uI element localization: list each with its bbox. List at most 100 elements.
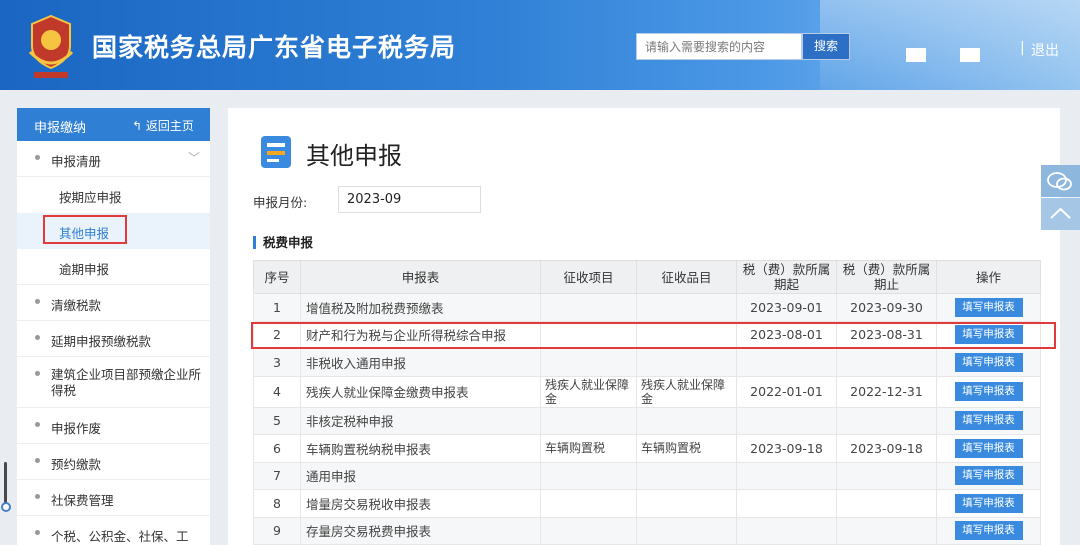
sidebar-item-scheduled-payment[interactable]: 预约缴款 xyxy=(17,444,210,480)
levy-item: 残疾人就业保障金 xyxy=(540,375,637,408)
fill-form-button[interactable]: 填写申报表 xyxy=(954,411,1023,431)
fill-form-button[interactable]: 填写申报表 xyxy=(954,352,1023,372)
search-box[interactable] xyxy=(636,33,802,60)
fill-form-button[interactable]: 填写申报表 xyxy=(954,382,1023,401)
search-input[interactable] xyxy=(637,34,801,59)
fill-form-button[interactable]: 填写申报表 xyxy=(954,466,1023,486)
form-name: 财产和行为税与企业所得税综合申报 xyxy=(300,320,541,349)
column-header: 征收项目 xyxy=(540,260,637,294)
period-start: 2023-09-18 xyxy=(736,434,837,463)
sidebar-item-pay-tax[interactable]: 清缴税款 xyxy=(17,285,210,321)
period-end xyxy=(836,516,937,545)
tax-emblem-logo xyxy=(28,14,74,78)
action-cell: 填写申报表 xyxy=(936,406,1041,435)
search-button[interactable]: 搜索 xyxy=(802,33,850,60)
sidebar-subitem-overdue[interactable]: 逾期申报 xyxy=(17,249,210,285)
row-number: 8 xyxy=(253,489,301,518)
fill-form-button[interactable]: 填写申报表 xyxy=(954,438,1023,458)
sidebar-item-label: 个税、公积金、社保、工 xyxy=(51,529,189,544)
month-label: 申报月份: xyxy=(253,195,308,210)
levy-item xyxy=(540,320,637,349)
column-header: 序号 xyxy=(253,260,301,294)
column-header: 操作 xyxy=(936,260,1041,294)
header-bar: 国家税务总局广东省电子税务局 搜索 | 退出 xyxy=(0,0,1080,90)
levy-subitem xyxy=(636,406,737,435)
period-start xyxy=(736,348,837,377)
fill-form-button[interactable]: 填写申报表 xyxy=(954,493,1023,513)
sidebar-item-void-declaration[interactable]: 申报作废 xyxy=(17,408,210,444)
row-number: 6 xyxy=(253,434,301,463)
levy-subitem: 车辆购置税 xyxy=(636,434,737,463)
sidebar-item-label: 申报清册 xyxy=(51,154,102,169)
period-start xyxy=(736,516,837,545)
levy-item xyxy=(540,516,637,545)
row-number: 5 xyxy=(253,406,301,435)
table-row: 4 残疾人就业保障金缴费申报表 残疾人就业保障金 残疾人就业保障金 2022-0… xyxy=(253,375,1041,408)
row-number: 4 xyxy=(253,375,301,408)
back-home-link[interactable]: ↰ 返回主页 xyxy=(132,117,194,134)
period-end xyxy=(836,348,937,377)
period-start: 2023-09-01 xyxy=(736,293,837,322)
action-cell: 填写申报表 xyxy=(936,375,1041,408)
form-name: 增量房交易税收申报表 xyxy=(300,489,541,518)
section-title: 税费申报 xyxy=(253,236,313,249)
bullet-icon xyxy=(35,299,40,304)
levy-item xyxy=(540,461,637,490)
form-name: 增值税及附加税费预缴表 xyxy=(300,293,541,322)
period-start: 2023-08-01 xyxy=(736,320,837,349)
column-header: 征收品目 xyxy=(636,260,737,294)
bullet-icon xyxy=(35,494,40,499)
levy-subitem xyxy=(636,489,737,518)
period-start xyxy=(736,489,837,518)
sidebar-item-construction-prepay[interactable]: 建筑企业项目部预缴企业所得税 xyxy=(17,357,210,408)
sidebar-subitem-periodic[interactable]: 按期应申报 xyxy=(17,177,210,213)
column-header: 税（费）款所属期止 xyxy=(836,260,937,294)
fill-form-button[interactable]: 填写申报表 xyxy=(954,521,1023,541)
sidebar: 申报缴纳 ↰ 返回主页 申报清册 ﹀ 按期应申报 其他申报 逾期申报 清缴税款 … xyxy=(17,108,210,545)
wechat-button[interactable] xyxy=(1041,165,1080,197)
period-end: 2022-12-31 xyxy=(836,375,937,408)
sidebar-item-label: 其他申报 xyxy=(59,226,110,241)
user-info-block xyxy=(906,48,926,62)
sidebar-item-label: 清缴税款 xyxy=(51,298,102,313)
sidebar-item-label: 按期应申报 xyxy=(59,190,122,205)
sidebar-subitem-other-declaration[interactable]: 其他申报 xyxy=(17,213,210,249)
levy-subitem xyxy=(636,516,737,545)
sidebar-item-deferred-prepay[interactable]: 延期申报预缴税款 xyxy=(17,321,210,357)
back-to-top-button[interactable] xyxy=(1041,198,1080,230)
sidebar-item-label: 逾期申报 xyxy=(59,262,110,277)
levy-item xyxy=(540,293,637,322)
sidebar-item-declaration-list[interactable]: 申报清册 ﹀ xyxy=(17,141,210,177)
page-title: 其他申报 xyxy=(306,142,402,170)
period-end xyxy=(836,406,937,435)
sidebar-item-label: 延期申报预缴税款 xyxy=(51,334,152,349)
table-row: 3 非税收入通用申报 填写申报表 xyxy=(253,348,1041,377)
sidebar-item-combined[interactable]: 个税、公积金、社保、工 xyxy=(17,516,210,545)
sidebar-item-social-insurance[interactable]: 社保费管理 xyxy=(17,480,210,516)
levy-subitem xyxy=(636,293,737,322)
fill-form-button[interactable]: 填写申报表 xyxy=(954,297,1023,317)
period-end: 2023-08-31 xyxy=(836,320,937,349)
sidebar-item-label: 预约缴款 xyxy=(51,457,102,472)
bullet-icon xyxy=(35,371,40,376)
table-row: 5 非核定税种申报 填写申报表 xyxy=(253,406,1041,435)
logout-link[interactable]: 退出 xyxy=(1031,40,1059,60)
levy-subitem xyxy=(636,320,737,349)
table-row: 6 车辆购置税纳税申报表 车辆购置税 车辆购置税 2023-09-18 2023… xyxy=(253,434,1041,463)
levy-item xyxy=(540,348,637,377)
row-number: 2 xyxy=(253,320,301,349)
month-field[interactable]: 2023-09 xyxy=(338,186,481,213)
table-row: 8 增量房交易税收申报表 填写申报表 xyxy=(253,489,1041,518)
action-cell: 填写申报表 xyxy=(936,489,1041,518)
row-number: 1 xyxy=(253,293,301,322)
fill-form-button[interactable]: 填写申报表 xyxy=(954,325,1023,345)
scroll-indicator xyxy=(1,502,11,512)
header-separator: | xyxy=(1020,40,1025,56)
period-end: 2023-09-18 xyxy=(836,434,937,463)
period-start: 2022-01-01 xyxy=(736,375,837,408)
table-row: 9 存量房交易税费申报表 填写申报表 xyxy=(253,516,1041,545)
form-icon xyxy=(261,136,291,168)
period-end xyxy=(836,489,937,518)
period-end xyxy=(836,461,937,490)
chevron-down-icon: ﹀ xyxy=(187,151,200,165)
